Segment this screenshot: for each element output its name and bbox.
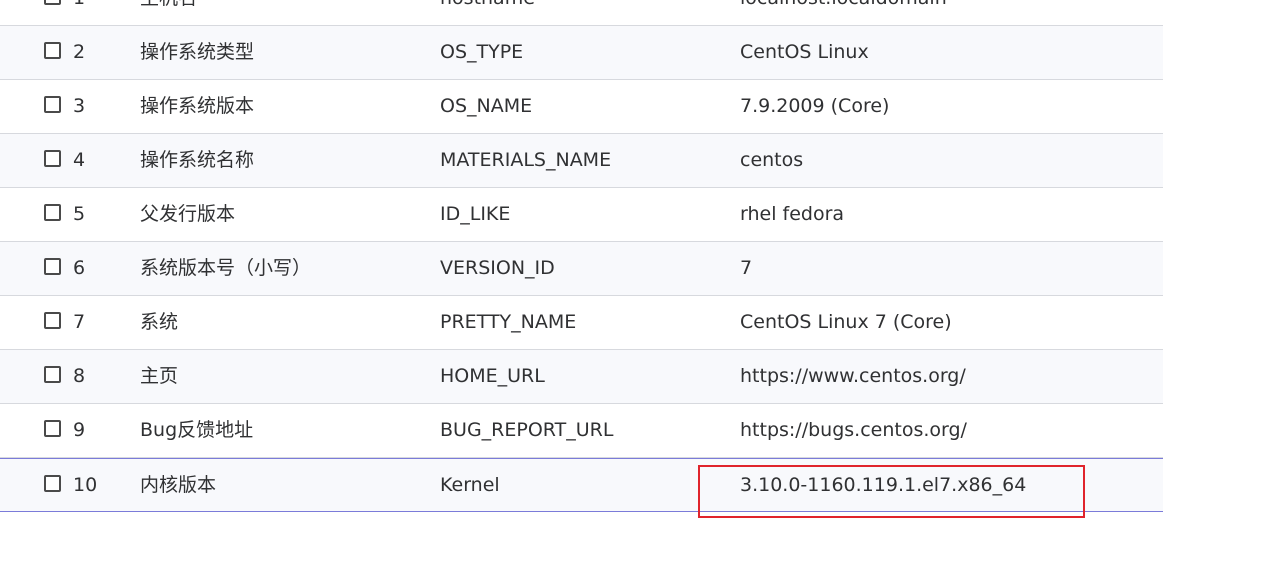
row-checkbox[interactable]	[44, 96, 61, 113]
row-index: 2	[73, 41, 86, 63]
row-value: https://www.centos.org/	[740, 365, 966, 387]
table-row[interactable]: 7 系统 PRETTY_NAME CentOS Linux 7 (Core)	[0, 296, 1163, 350]
row-key: ID_LIKE	[440, 203, 511, 225]
row-value: 3.10.0-1160.119.1.el7.x86_64	[740, 474, 1027, 496]
row-key: OS_TYPE	[440, 41, 524, 63]
row-name: 内核版本	[140, 474, 217, 496]
row-key: HOME_URL	[440, 365, 545, 387]
row-checkbox[interactable]	[44, 0, 61, 5]
row-checkbox[interactable]	[44, 475, 61, 492]
row-checkbox[interactable]	[44, 420, 61, 437]
row-name: 操作系统名称	[140, 149, 255, 171]
os-info-table: 1 主机名 hostname localhost.localdomain 2 操…	[0, 0, 1163, 512]
row-value: centos	[740, 149, 804, 171]
row-checkbox[interactable]	[44, 312, 61, 329]
row-value: CentOS Linux 7 (Core)	[740, 311, 952, 333]
row-index: 9	[73, 419, 86, 441]
row-checkbox[interactable]	[44, 366, 61, 383]
table-row[interactable]: 1 主机名 hostname localhost.localdomain	[0, 0, 1163, 26]
row-key: hostname	[440, 0, 535, 25]
row-name: 主机名	[140, 0, 197, 25]
row-checkbox[interactable]	[44, 42, 61, 59]
row-index: 6	[73, 257, 86, 279]
table-row[interactable]: 5 父发行版本 ID_LIKE rhel fedora	[0, 188, 1163, 242]
row-name: 操作系统版本	[140, 95, 255, 117]
row-checkbox[interactable]	[44, 150, 61, 167]
row-key: Kernel	[440, 474, 500, 496]
row-index: 4	[73, 149, 86, 171]
row-key: OS_NAME	[440, 95, 533, 117]
table-row[interactable]: 4 操作系统名称 MATERIALS_NAME centos	[0, 134, 1163, 188]
row-key: MATERIALS_NAME	[440, 149, 612, 171]
row-value: rhel fedora	[740, 203, 845, 225]
table-row[interactable]: 8 主页 HOME_URL https://www.centos.org/	[0, 350, 1163, 404]
table-row[interactable]: 9 Bug反馈地址 BUG_REPORT_URL https://bugs.ce…	[0, 404, 1163, 458]
row-value: 7.9.2009 (Core)	[740, 95, 890, 117]
row-key: VERSION_ID	[440, 257, 555, 279]
row-key: PRETTY_NAME	[440, 311, 577, 333]
row-index: 5	[73, 203, 86, 225]
table-row-selected[interactable]: 10 内核版本 Kernel 3.10.0-1160.119.1.el7.x86…	[0, 458, 1163, 512]
row-index: 10	[73, 474, 98, 496]
row-key: BUG_REPORT_URL	[440, 419, 614, 441]
row-index: 8	[73, 365, 86, 387]
table-row[interactable]: 2 操作系统类型 OS_TYPE CentOS Linux	[0, 26, 1163, 80]
row-name: 操作系统类型	[140, 41, 255, 63]
row-value: https://bugs.centos.org/	[740, 419, 967, 441]
table-row[interactable]: 3 操作系统版本 OS_NAME 7.9.2009 (Core)	[0, 80, 1163, 134]
row-name: 系统	[140, 311, 179, 333]
row-name: 主页	[140, 365, 179, 387]
row-name: 父发行版本	[140, 203, 236, 225]
row-name: Bug反馈地址	[140, 419, 254, 441]
row-index: 1	[73, 0, 85, 25]
row-value: CentOS Linux	[740, 41, 869, 63]
row-name: 系统版本号（小写）	[140, 257, 312, 279]
table-row[interactable]: 6 系统版本号（小写） VERSION_ID 7	[0, 242, 1163, 296]
row-value: localhost.localdomain	[740, 0, 947, 25]
row-checkbox[interactable]	[44, 204, 61, 221]
row-value: 7	[740, 257, 753, 279]
row-checkbox[interactable]	[44, 258, 61, 275]
row-index: 7	[73, 311, 86, 333]
row-index: 3	[73, 95, 86, 117]
